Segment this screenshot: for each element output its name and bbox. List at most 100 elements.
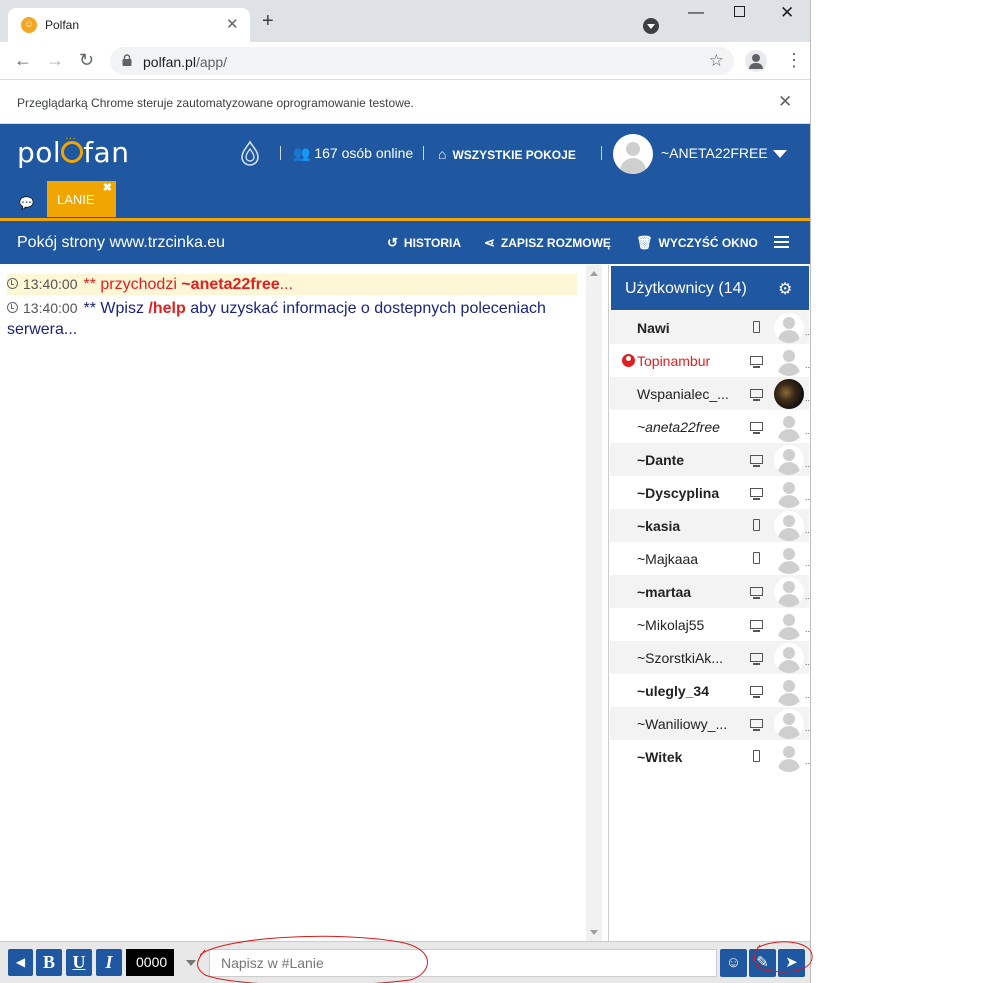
back-icon[interactable]: ← (14, 50, 32, 70)
save-conversation-button[interactable]: ⋖ ZAPISZ ROZMOWĘ (484, 235, 611, 251)
user-menu-caret-icon[interactable] (773, 150, 787, 158)
url-host: polfan.pl (143, 54, 196, 70)
user-name: ~Mikolaj55 (637, 617, 705, 633)
new-tab-icon[interactable]: + (262, 11, 274, 31)
tab-search-icon[interactable] (643, 18, 659, 34)
browser-tab[interactable]: ☺ Polfan ✕ (8, 8, 250, 42)
user-name: Wspanialec_... (637, 386, 729, 402)
room-tab-lanie[interactable]: LANIE ✖ (47, 181, 116, 217)
user-name[interactable]: ~ANETA22FREE (661, 145, 768, 161)
user-avatar[interactable] (774, 412, 804, 442)
online-count[interactable]: 👥 167 osób online (293, 145, 413, 162)
user-row[interactable]: Topinambur.. (610, 344, 811, 377)
room-tab-close-icon[interactable]: ✖ (103, 181, 112, 194)
hamburger-menu-icon[interactable] (774, 236, 789, 248)
minimize-icon[interactable]: — (688, 4, 704, 22)
italic-button[interactable]: I (96, 949, 122, 976)
user-row[interactable]: ~martaa.. (610, 575, 810, 608)
url-path: /app/ (195, 54, 228, 70)
window-close-icon[interactable]: ✕ (780, 3, 794, 23)
desktop-device-icon (750, 356, 763, 368)
all-rooms-link[interactable]: ⌂ WSZYSTKIE POKOJE (438, 146, 576, 162)
user-avatar[interactable] (774, 445, 804, 475)
user-avatar[interactable] (774, 511, 804, 541)
user-row[interactable]: ~Mikolaj55.. (610, 608, 810, 641)
chat-scrollbar[interactable] (586, 265, 602, 941)
user-avatar[interactable] (774, 676, 804, 706)
water-drop-icon[interactable] (238, 140, 262, 166)
user-row[interactable]: ~uleg​ly_34.. (610, 674, 810, 707)
users-icon: 👥 (293, 145, 311, 161)
maximize-icon[interactable] (734, 6, 745, 17)
user-more-icon: .. (805, 327, 811, 337)
collapse-toolbar-button[interactable]: ◀ (8, 949, 33, 976)
user-row[interactable]: Wspanialec_..... (610, 377, 810, 410)
lock-icon (122, 54, 132, 66)
trash-icon: 🗑 (636, 235, 653, 250)
tab-close-icon[interactable]: ✕ (226, 15, 239, 33)
polfan-favicon-icon: ☺ (21, 17, 37, 33)
user-more-icon: .. (805, 360, 811, 370)
user-row[interactable]: ~kasia.. (610, 509, 811, 542)
reload-icon[interactable]: ↻ (79, 50, 94, 70)
attach-button[interactable]: ✎ (749, 949, 776, 977)
user-avatar[interactable] (774, 742, 804, 772)
chat-bubble-icon[interactable]: 💬 (19, 196, 34, 210)
mobile-device-icon (753, 519, 760, 531)
text-color-picker[interactable]: 0000 (126, 949, 174, 976)
user-avatar[interactable] (774, 544, 804, 574)
bold-button[interactable]: B (36, 949, 62, 976)
user-avatar[interactable] (774, 577, 804, 607)
user-more-icon: .. (805, 492, 811, 502)
color-dropdown-icon[interactable] (186, 960, 196, 966)
message-nick[interactable]: ~aneta22free (181, 276, 279, 293)
scroll-down-icon[interactable] (590, 930, 598, 935)
bookmark-star-icon[interactable]: ☆ (709, 51, 724, 71)
smiley-icon: ☺ (725, 954, 742, 971)
user-row[interactable]: ~aneta22free.. (610, 410, 810, 443)
chat-messages[interactable]: 13:40:00 ** przychodzi ~aneta22free... 13… (1, 265, 586, 941)
user-avatar[interactable] (774, 610, 804, 640)
browser-menu-icon[interactable]: ⋮ (785, 50, 803, 70)
room-title: Pokój strony www.trzcinka.eu (17, 234, 226, 251)
online-count-text: 167 osób online (314, 145, 414, 161)
user-row[interactable]: ~Majkaaa.. (610, 542, 811, 575)
forward-icon[interactable]: → (46, 50, 64, 70)
message-input[interactable] (209, 949, 717, 977)
history-button[interactable]: ↺ HISTORIA (387, 235, 461, 251)
user-row[interactable]: ~Witek.. (610, 740, 810, 773)
polfan-logo[interactable]: polfan (17, 134, 129, 169)
user-avatar[interactable] (613, 134, 653, 174)
user-row[interactable]: ~SzorstkiAk..... (610, 641, 810, 674)
user-avatar[interactable] (774, 379, 804, 409)
emoji-button[interactable]: ☺ (720, 949, 747, 977)
user-avatar[interactable] (774, 313, 804, 343)
user-more-icon: .. (805, 525, 811, 535)
user-avatar[interactable] (774, 346, 804, 376)
user-name: Nawi (637, 320, 670, 336)
user-row[interactable]: ~Dante.. (610, 443, 810, 476)
user-avatar[interactable] (774, 643, 804, 673)
browser-toolbar: ← → ↻ polfan.pl/app/ ☆ ⋮ (0, 42, 810, 80)
user-avatar[interactable] (774, 478, 804, 508)
gear-icon[interactable]: ⚙ (778, 279, 792, 299)
message-time: 13:40:00 (23, 300, 78, 316)
infobar-close-icon[interactable]: ✕ (778, 92, 792, 112)
user-row[interactable]: Nawi.. (610, 311, 811, 344)
send-button[interactable]: ➤ (778, 949, 805, 977)
mobile-device-icon (753, 321, 760, 333)
profile-icon[interactable] (745, 50, 767, 72)
user-row[interactable]: ~Waniliowy_..... (610, 707, 810, 740)
browser-window: ☺ Polfan ✕ + — ✕ ← → ↻ polfan.pl/app/ ☆ … (0, 0, 811, 983)
users-title: Użytkownicy (14) (625, 280, 747, 297)
header-divider (423, 146, 424, 160)
scroll-up-icon[interactable] (590, 271, 598, 276)
clear-window-button[interactable]: 🗑 WYCZYŚĆ OKNO (636, 235, 758, 251)
user-row[interactable]: ~Dyscyplina.. (610, 476, 811, 509)
user-avatar[interactable] (774, 709, 804, 739)
address-bar[interactable]: polfan.pl/app/ ☆ (110, 47, 734, 75)
history-label: HISTORIA (403, 236, 462, 250)
user-more-icon: .. (805, 558, 811, 568)
mobile-device-icon (753, 552, 760, 564)
underline-button[interactable]: U (66, 949, 92, 976)
